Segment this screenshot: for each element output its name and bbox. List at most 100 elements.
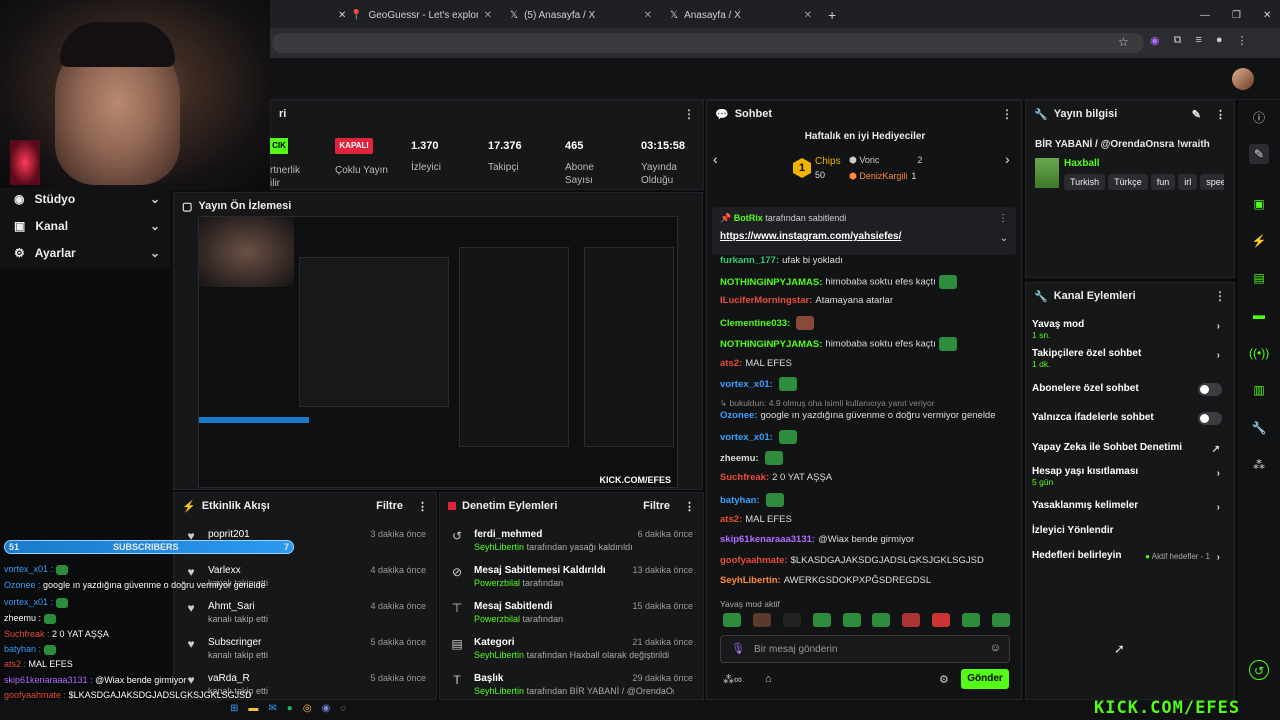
- discord-icon[interactable]: ◉: [322, 703, 331, 717]
- emoji-icon[interactable]: ☺: [990, 642, 1001, 654]
- activity-filter-button[interactable]: Filtre: [376, 500, 403, 512]
- chevron-left-icon[interactable]: ‹: [713, 151, 718, 167]
- action-slow-mode[interactable]: Yavaş mod 1 sn. ›: [1032, 319, 1228, 340]
- chat-user[interactable]: ILuciferMorningstar:: [720, 295, 812, 306]
- tag[interactable]: spee: [1200, 174, 1224, 190]
- profile-icon[interactable]: ●: [1216, 34, 1223, 50]
- chrome-icon[interactable]: ◎: [303, 703, 312, 717]
- community-icon[interactable]: ⁂: [1249, 455, 1269, 475]
- emote-icon[interactable]: [991, 613, 1010, 627]
- emote-icon[interactable]: [723, 613, 741, 627]
- menu-settings[interactable]: ⚙ Ayarlar ⌄: [14, 246, 160, 260]
- windows-icon[interactable]: ⊞: [230, 703, 238, 717]
- close-icon[interactable]: ✕: [804, 10, 812, 21]
- chevron-right-icon[interactable]: ›: [1005, 151, 1010, 167]
- chat-user[interactable]: vortex_x01:: [720, 432, 773, 443]
- puzzle-icon[interactable]: ⧉: [1174, 34, 1182, 50]
- emote-icon[interactable]: [872, 613, 891, 627]
- edit-icon[interactable]: ✎: [1192, 108, 1201, 121]
- kebab-menu-icon[interactable]: ⋮: [1237, 34, 1248, 50]
- pinned-link[interactable]: https://www.instagram.com/yahsiefes/: [720, 231, 901, 242]
- kebab-menu-icon[interactable]: ⋮: [1214, 289, 1226, 303]
- chevron-down-icon[interactable]: ⌄: [1000, 233, 1008, 244]
- action-banned-words[interactable]: Yasaklanmış kelimeler ›: [1032, 500, 1228, 513]
- emote-icon[interactable]: [782, 613, 801, 627]
- kebab-menu-icon[interactable]: ⋮: [684, 500, 695, 513]
- mail-icon[interactable]: ✉: [268, 703, 276, 717]
- chat-input[interactable]: 🎙 Bir mesaj gönderin ☺: [720, 635, 1010, 663]
- toggle-switch[interactable]: [1198, 383, 1222, 396]
- kebab-menu-icon[interactable]: ⋮: [417, 500, 428, 513]
- menu-channel[interactable]: ▣ Kanal ⌄: [14, 219, 160, 233]
- avatar[interactable]: [1232, 68, 1254, 90]
- url-field[interactable]: [272, 33, 1144, 53]
- emote-icon[interactable]: [752, 613, 771, 627]
- wrench-icon[interactable]: 🔧: [1249, 418, 1269, 438]
- menu-studio[interactable]: ◉ Stüdyo ⌄: [14, 192, 160, 206]
- folder-icon[interactable]: ▬: [248, 703, 258, 717]
- close-icon[interactable]: ✕: [484, 10, 492, 21]
- action-raid[interactable]: İzleyici Yönlendir: [1032, 525, 1228, 536]
- clipboard-icon[interactable]: ▤: [1249, 268, 1269, 288]
- chat-user[interactable]: Ozonee:: [720, 410, 757, 421]
- tag[interactable]: Turkish: [1064, 174, 1106, 190]
- chat-user[interactable]: goofyaahmate:: [720, 555, 788, 566]
- emote-icon[interactable]: [902, 613, 921, 627]
- action-goals[interactable]: Hedefleri belirleyin ● Aktif hedefler - 1…: [1032, 550, 1228, 563]
- store-icon[interactable]: ⌂: [765, 673, 772, 685]
- kebab-menu-icon[interactable]: ⋮: [1001, 107, 1013, 121]
- bolt-icon[interactable]: ⚡: [1249, 231, 1269, 251]
- chat-user[interactable]: Clementine033:: [720, 318, 790, 329]
- chat-user[interactable]: SeyhLibertin:: [720, 575, 781, 586]
- spotify-icon[interactable]: ●: [287, 703, 293, 717]
- chat-user[interactable]: vortex_x01:: [720, 379, 773, 390]
- emote-icon[interactable]: [812, 613, 831, 627]
- gear-icon[interactable]: ⚙: [939, 673, 949, 686]
- preview-icon[interactable]: ▣: [1249, 194, 1269, 214]
- emote-icon[interactable]: [962, 613, 980, 627]
- tag[interactable]: Türkçe: [1108, 174, 1148, 190]
- chat-user[interactable]: furkann_177:: [720, 255, 779, 266]
- edit-icon[interactable]: ✎: [1249, 144, 1269, 164]
- broadcast-icon[interactable]: ((•)): [1249, 343, 1269, 363]
- chat-user[interactable]: NOTHINGINPYJAMAS:: [720, 277, 822, 288]
- send-button[interactable]: Gönder: [961, 669, 1009, 689]
- window-close-icon[interactable]: ✕: [1263, 10, 1271, 21]
- stream-preview-video[interactable]: KICK.COM/EFES: [198, 216, 678, 488]
- extension-icon[interactable]: ◉: [1150, 34, 1160, 50]
- category-name[interactable]: Haxball: [1064, 158, 1100, 169]
- minimize-icon[interactable]: —: [1200, 10, 1210, 21]
- action-ai-moderation[interactable]: Yapay Zeka ile Sohbet Denetimi ↗: [1032, 442, 1228, 455]
- community-icon[interactable]: ⁂∞: [723, 673, 742, 686]
- moderation-filter-button[interactable]: Filtre: [643, 500, 670, 512]
- kebab-menu-icon[interactable]: ⋮: [998, 213, 1008, 224]
- chat-user[interactable]: skip61kenaraaa3131:: [720, 534, 815, 545]
- kebab-menu-icon[interactable]: ⋮: [1215, 108, 1226, 121]
- mic-icon[interactable]: 🎙: [731, 642, 745, 655]
- tab-x-home-1[interactable]: 𝕏 (5) Anasayfa / X ✕: [502, 4, 660, 26]
- chat-user[interactable]: Suchfreak:: [720, 472, 769, 483]
- chat-user[interactable]: NOTHINGINPYJAMAS:: [720, 339, 822, 350]
- chat-user[interactable]: batyhan:: [720, 495, 760, 506]
- bookmark-star-icon[interactable]: ☆: [1118, 35, 1129, 49]
- media-icon[interactable]: ≡: [1195, 34, 1201, 50]
- action-account-age[interactable]: Hesap yaşı kısıtlaması 5 gün ›: [1032, 466, 1228, 487]
- kebab-menu-icon[interactable]: ⋮: [683, 107, 695, 121]
- chat-user[interactable]: zheemu:: [720, 453, 759, 464]
- close-icon[interactable]: ✕: [644, 10, 652, 21]
- chat-bubble-icon[interactable]: ▬: [1249, 305, 1269, 325]
- action-followers-only[interactable]: Takipçilere özel sohbet 1 dk. ›: [1032, 348, 1228, 369]
- tab-x-home-2[interactable]: 𝕏 Anasayfa / X ✕: [662, 4, 820, 26]
- tab-geoguessr[interactable]: 📍 GeoGuessr - Let's explore the w ✕: [342, 4, 500, 26]
- category-thumbnail[interactable]: [1035, 158, 1059, 188]
- restore-icon[interactable]: ❐: [1232, 10, 1241, 21]
- toggle-switch[interactable]: [1198, 412, 1222, 425]
- obs-icon[interactable]: ◌: [340, 703, 346, 717]
- emote-icon[interactable]: [932, 613, 951, 627]
- new-tab-button[interactable]: +: [820, 4, 844, 26]
- emote-icon[interactable]: [842, 613, 861, 627]
- chat-user[interactable]: ats2:: [720, 358, 742, 369]
- info-icon[interactable]: ⓘ: [1249, 108, 1269, 128]
- tag[interactable]: fun: [1150, 174, 1176, 190]
- chat-user[interactable]: ats2:: [720, 514, 742, 525]
